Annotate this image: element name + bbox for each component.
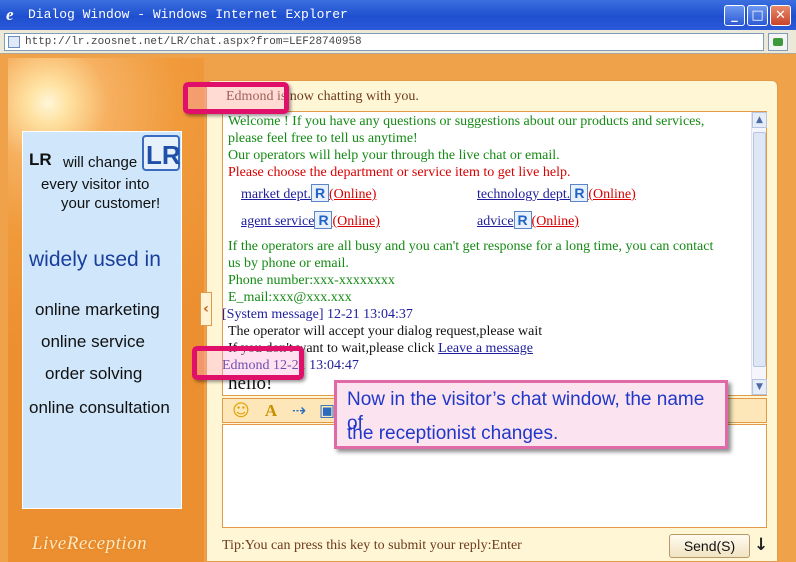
message-scrollbar[interactable]: ▲ ▼ [751, 112, 767, 395]
window-title: Dialog Window - Windows Internet Explore… [28, 7, 348, 22]
dept-market[interactable]: market dept. (Online) [241, 184, 376, 203]
dept-status[interactable]: (Online) [329, 187, 376, 202]
dept-name[interactable]: technology dept. [477, 187, 570, 202]
send-file-icon[interactable]: ⇢ [289, 402, 309, 420]
scroll-thumb[interactable] [753, 132, 766, 367]
annotation-line: the receptionist changes. [347, 423, 559, 444]
busy-line: If the operators are all busy and you ca… [228, 239, 714, 254]
collapse-panel-button[interactable]: ‹ [200, 292, 212, 326]
lr-logo-icon: LR [142, 135, 181, 171]
url-text: http://lr.zoosnet.net/LR/chat.aspx?from=… [25, 36, 362, 48]
choose-department-line: Please choose the department or service … [228, 165, 571, 180]
operator-icon [570, 184, 589, 202]
dept-status[interactable]: (Online) [332, 214, 379, 229]
welcome-line: Welcome ! If you have any questions or s… [228, 114, 705, 129]
send-button[interactable]: Send(S) [669, 534, 750, 558]
leave-message-link[interactable]: Leave a message [438, 341, 533, 356]
dept-advice[interactable]: advice (Online) [477, 211, 579, 230]
page-status-icon[interactable] [768, 33, 788, 51]
dept-name[interactable]: market dept. [241, 187, 311, 202]
maximize-button[interactable]: □ [747, 5, 768, 26]
system-message-line: The operator will accept your dialog req… [228, 324, 543, 339]
dept-name[interactable]: agent service [241, 214, 314, 229]
send-options-arrow-icon[interactable]: ↓ [754, 535, 768, 555]
ie-logo-icon: e [6, 5, 14, 24]
dept-technology[interactable]: technology dept. (Online) [477, 184, 636, 203]
highlight-status-name [183, 82, 289, 114]
promo-line1: will change [63, 154, 138, 171]
busy-line: us by phone or email. [228, 256, 349, 271]
dept-status[interactable]: (Online) [588, 187, 635, 202]
operator-icon [513, 211, 532, 229]
operator-icon [314, 211, 333, 229]
operator-icon [310, 184, 329, 202]
promo-line3: your customer! [61, 195, 161, 212]
send-tip: Tip:You can press this key to submit you… [222, 538, 522, 553]
email-line: E_mail:xxx@xxx.xxx [228, 290, 352, 305]
dept-agent-service[interactable]: agent service (Online) [241, 211, 380, 230]
annotation-callout: Now in the visitor’s chat window, the na… [334, 380, 728, 449]
font-icon[interactable]: A [261, 402, 281, 420]
window-titlebar: e Dialog Window - Windows Internet Explo… [0, 0, 796, 30]
promo-feature: online service [41, 332, 145, 351]
phone-line: Phone number:xxx-xxxxxxxx [228, 273, 395, 288]
emoji-icon[interactable]: ☺ [231, 402, 251, 420]
welcome-line: please feel free to tell us anytime! [228, 131, 418, 146]
dept-status[interactable]: (Online) [532, 214, 579, 229]
brand-logo: LiveReception [32, 533, 148, 554]
promo-feature: online marketing [35, 300, 160, 319]
promo-widely-used: widely used in [29, 248, 161, 271]
promo-feature: online consultation [29, 398, 170, 417]
scroll-up-button[interactable]: ▲ [752, 112, 767, 128]
close-button[interactable]: ✕ [770, 5, 791, 26]
scroll-down-button[interactable]: ▼ [752, 379, 767, 395]
url-field[interactable]: http://lr.zoosnet.net/LR/chat.aspx?from=… [4, 33, 764, 51]
welcome-line: Our operators will help your through the… [228, 148, 560, 163]
highlight-agent-name [192, 346, 304, 380]
page-icon [8, 36, 20, 48]
dept-name[interactable]: advice [477, 214, 514, 229]
minimize-button[interactable]: _ [724, 5, 745, 26]
system-message-header: [System message] 12-21 13:04:37 [222, 307, 413, 322]
promo-feature: order solving [45, 364, 143, 383]
address-bar: http://lr.zoosnet.net/LR/chat.aspx?from=… [0, 30, 796, 54]
promo-panel: LR LR will change every visitor into you… [22, 131, 182, 509]
promo-line2: every visitor into [41, 176, 150, 193]
svg-text:LR: LR [146, 140, 181, 170]
promo-lr: LR [29, 150, 52, 169]
